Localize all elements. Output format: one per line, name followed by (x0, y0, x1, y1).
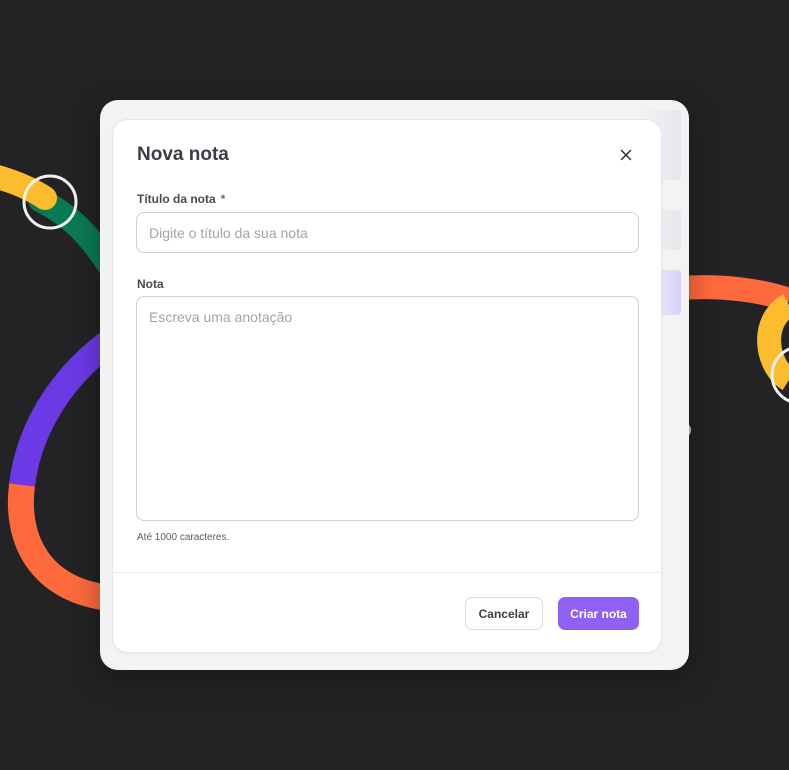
create-note-button[interactable]: Criar nota (558, 597, 639, 630)
note-title-input[interactable] (136, 212, 639, 253)
note-body-textarea[interactable] (136, 296, 639, 521)
note-title-label: Título da nota * (137, 192, 225, 206)
new-note-dialog: Nova nota Título da nota * Nota Até 1000 … (112, 119, 662, 653)
required-indicator: * (220, 192, 226, 206)
note-title-label-text: Título da nota (137, 192, 216, 206)
dialog-title: Nova nota (137, 144, 229, 165)
footer-divider (113, 572, 661, 573)
character-limit-hint: Até 1000 caracteres. (137, 532, 230, 543)
close-icon (620, 149, 632, 161)
note-body-label: Nota (137, 277, 164, 291)
close-button[interactable] (613, 142, 639, 168)
cancel-button[interactable]: Cancelar (465, 597, 543, 630)
screen-backdrop: Nova nota Título da nota * Nota Até 1000 … (0, 0, 789, 770)
